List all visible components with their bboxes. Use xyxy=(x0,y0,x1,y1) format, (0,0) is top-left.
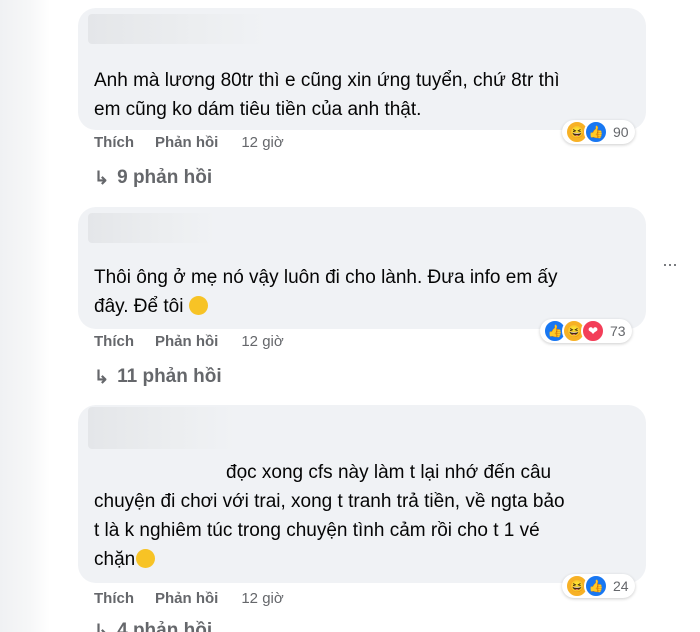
love-icon: ❤ xyxy=(581,319,605,343)
comment-actions: Thích Phản hồi 12 giờ xyxy=(94,333,284,350)
blurred-author-name xyxy=(88,14,268,44)
like-icon: 👍 xyxy=(584,120,608,144)
comment-timestamp[interactable]: 12 giờ xyxy=(241,333,283,350)
reply-action[interactable]: Phản hồi xyxy=(155,590,218,607)
like-action[interactable]: Thích xyxy=(94,333,134,350)
more-options-icon[interactable]: ··· xyxy=(662,254,678,275)
laughing-emoji-icon xyxy=(136,549,156,568)
blurred-author-name xyxy=(88,213,216,243)
view-replies[interactable]: ↳ 4 phản hồi xyxy=(94,620,212,632)
like-action[interactable]: Thích xyxy=(94,134,134,151)
comment-text: Thôi ông ở mẹ nó vậy luôn đi cho lành. Đ… xyxy=(94,267,558,317)
comment-thread: Anh mà lương 80tr thì e cũng xin ứng tuy… xyxy=(0,0,700,632)
reaction-count: 73 xyxy=(610,323,626,339)
reaction-summary[interactable]: 👍 😆 ❤ 73 xyxy=(540,319,632,343)
blurred-author-name xyxy=(88,407,236,449)
reply-action[interactable]: Phản hồi xyxy=(155,333,218,350)
comment-2: Thôi ông ở mẹ nó vậy luôn đi cho lành. Đ… xyxy=(78,207,646,329)
like-icon: 👍 xyxy=(584,574,608,598)
comment-3: đọc xong cfs này làm t lại nhớ đến câu c… xyxy=(78,405,646,583)
reply-arrow-icon: ↳ xyxy=(94,366,110,387)
reaction-summary[interactable]: 😆 👍 24 xyxy=(562,574,635,598)
comment-actions: Thích Phản hồi 12 giờ xyxy=(94,134,284,151)
expressionless-emoji-icon xyxy=(188,296,208,315)
comment-bubble: Thôi ông ở mẹ nó vậy luôn đi cho lành. Đ… xyxy=(78,207,646,329)
blurred-avatar-column xyxy=(0,0,50,632)
reply-arrow-icon: ↳ xyxy=(94,620,110,632)
replies-count: 11 phản hồi xyxy=(117,366,222,387)
comment-1: Anh mà lương 80tr thì e cũng xin ứng tuy… xyxy=(78,8,646,130)
view-replies[interactable]: ↳ 11 phản hồi xyxy=(94,366,222,388)
view-replies[interactable]: ↳ 9 phản hồi xyxy=(94,167,212,189)
comment-bubble: đọc xong cfs này làm t lại nhớ đến câu c… xyxy=(78,405,646,583)
reaction-count: 24 xyxy=(613,578,629,594)
replies-count: 9 phản hồi xyxy=(117,167,213,188)
comment-actions: Thích Phản hồi 12 giờ xyxy=(94,590,284,607)
comment-timestamp[interactable]: 12 giờ xyxy=(241,134,283,151)
replies-count: 4 phản hồi xyxy=(117,620,213,632)
comment-text: đọc xong cfs này làm t lại nhớ đến câu c… xyxy=(94,462,565,570)
reaction-count: 90 xyxy=(613,124,629,140)
like-action[interactable]: Thích xyxy=(94,590,134,607)
comment-text: Anh mà lương 80tr thì e cũng xin ứng tuy… xyxy=(94,70,560,120)
reaction-summary[interactable]: 😆 👍 90 xyxy=(562,120,635,144)
reply-arrow-icon: ↳ xyxy=(94,167,110,188)
comment-timestamp[interactable]: 12 giờ xyxy=(241,590,283,607)
reply-action[interactable]: Phản hồi xyxy=(155,134,218,151)
comment-bubble: Anh mà lương 80tr thì e cũng xin ứng tuy… xyxy=(78,8,646,130)
